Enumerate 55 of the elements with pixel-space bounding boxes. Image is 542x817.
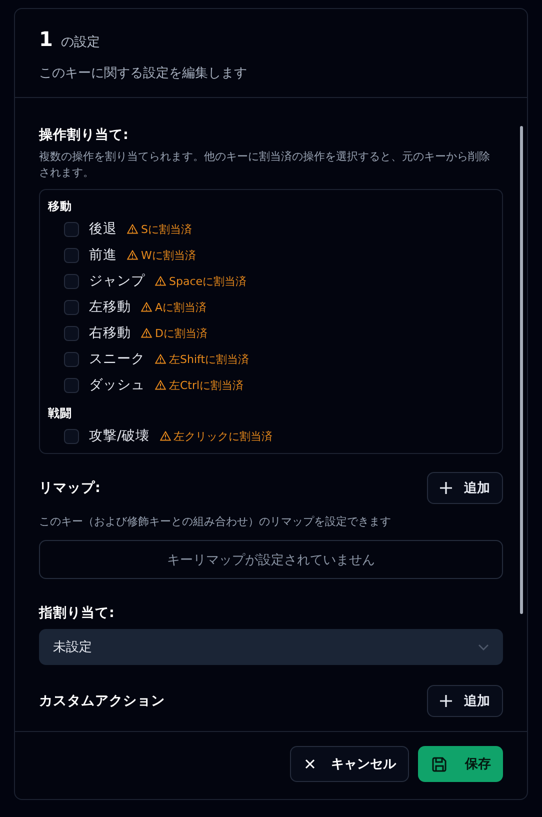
assigned-note: Dに割当済: [155, 326, 208, 340]
warning-icon: [141, 302, 152, 312]
action-label: 右移動: [89, 324, 131, 342]
action-label: 前進: [89, 246, 117, 264]
assigned-note: Sに割当済: [141, 222, 192, 236]
section-title: 指割り当て:: [39, 604, 116, 622]
group-heading: 移動: [48, 198, 73, 215]
section-description: このキー（および修飾キーとの組み合わせ）のリマップを設定できます: [39, 514, 392, 530]
group-heading: 戦闘: [48, 405, 73, 422]
key-label: 1: [39, 27, 53, 51]
warning-icon: [127, 250, 138, 260]
checkbox[interactable]: [64, 300, 79, 314]
warning-icon: [141, 328, 152, 338]
checkbox[interactable]: [64, 222, 79, 236]
warning-icon: [155, 380, 166, 390]
dialog-title: の設定: [60, 34, 100, 51]
warning-icon: [155, 354, 166, 364]
plus-icon: [440, 482, 452, 494]
warning-icon: [155, 276, 166, 286]
checkbox[interactable]: [64, 248, 79, 262]
action-label: ジャンプ: [89, 272, 145, 290]
checkbox[interactable]: [64, 352, 79, 366]
checkbox[interactable]: [64, 274, 79, 288]
section-title: 操作割り当て:: [39, 126, 130, 144]
section-description: 複数の操作を割り当てられます。他のキーに割当済の操作を選択すると、元のキーから削除されます。: [39, 149, 491, 181]
assigned-note: Spaceに割当済: [169, 274, 247, 288]
assigned-note: Aに割当済: [155, 300, 207, 314]
close-icon: [305, 759, 315, 769]
action-label: 後退: [89, 220, 117, 238]
save-button[interactable]: 保存: [418, 746, 503, 782]
add-button[interactable]: 追加: [427, 685, 503, 717]
checkbox[interactable]: [64, 378, 79, 392]
plus-icon: [440, 695, 452, 707]
save-icon: [432, 756, 447, 772]
checkbox[interactable]: [64, 428, 79, 444]
action-label: 攻撃/破壊: [89, 427, 150, 445]
checkbox[interactable]: [64, 326, 79, 340]
scrollbar[interactable]: [520, 126, 523, 614]
section-title: リマップ:: [39, 479, 100, 497]
warning-icon: [160, 431, 171, 441]
action-label: 左移動: [89, 298, 131, 316]
action-label: ダッシュ: [89, 376, 145, 394]
empty-remap-message: キーリマップが設定されていません: [39, 540, 503, 579]
assigned-note: 左Ctrlに割当済: [169, 378, 244, 392]
finger-select[interactable]: 未設定: [39, 629, 503, 665]
warning-icon: [127, 224, 138, 234]
add-button[interactable]: 追加: [427, 472, 503, 504]
assigned-note: Wに割当済: [141, 248, 196, 262]
action-label: スニーク: [89, 350, 145, 368]
assigned-note: 左クリックに割当済: [174, 428, 273, 444]
assigned-note: 左Shiftに割当済: [169, 352, 250, 366]
chevron-down-icon: [478, 644, 489, 650]
dialog-subtitle: このキーに関する設定を編集します: [39, 65, 248, 82]
section-title: カスタムアクション: [39, 692, 165, 710]
cancel-button[interactable]: キャンセル: [290, 746, 409, 782]
